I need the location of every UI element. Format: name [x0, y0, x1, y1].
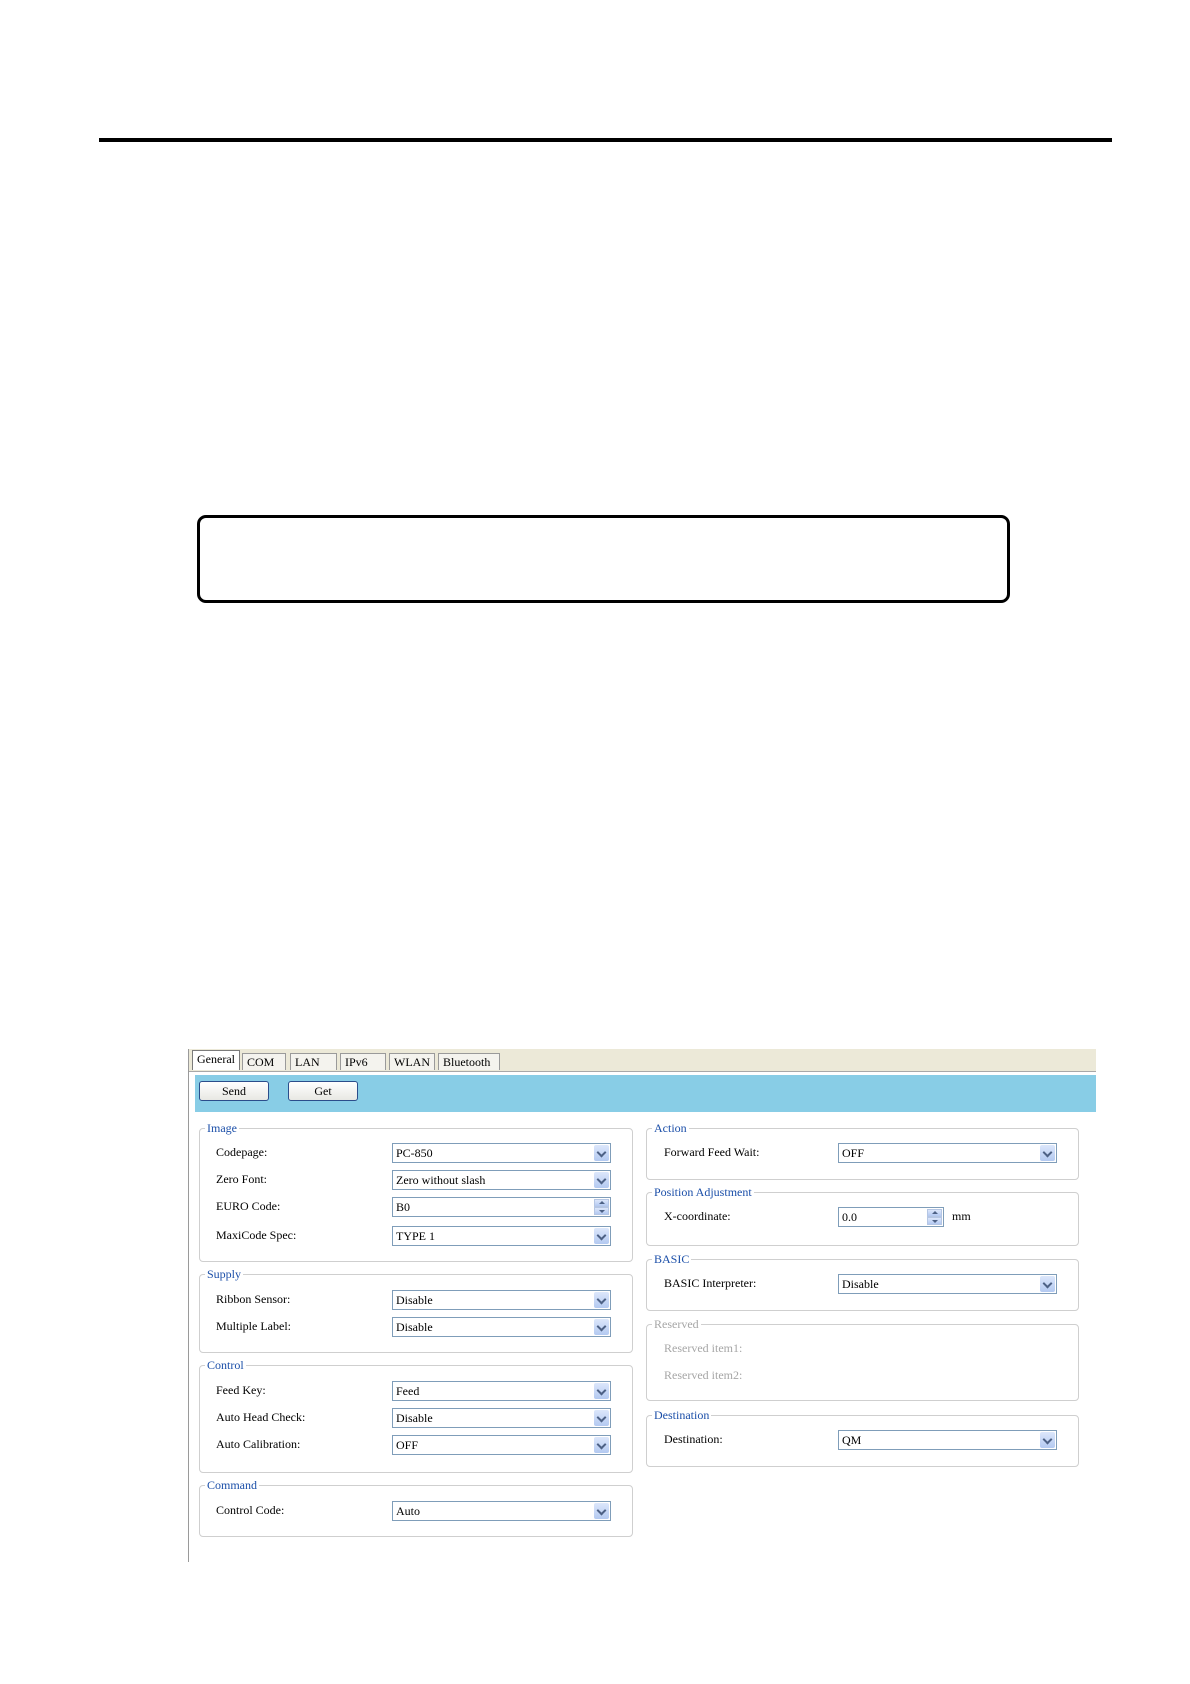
tab-lan[interactable]: LAN [290, 1053, 337, 1070]
basic-group-title: BASIC [652, 1251, 692, 1267]
spin-down-icon[interactable] [594, 1207, 609, 1215]
tab-strip: General COM LAN IPv6 WLAN Bluetooth [189, 1049, 1096, 1072]
chevron-down-icon[interactable] [594, 1172, 609, 1188]
tab-com[interactable]: COM [242, 1053, 286, 1070]
euro-code-stepper[interactable]: B0 [392, 1197, 611, 1217]
ribbon-sensor-value: Disable [396, 1293, 433, 1307]
codepage-select[interactable]: PC-850 [392, 1143, 611, 1163]
image-group-title: Image [205, 1120, 239, 1136]
forward-feed-wait-label: Forward Feed Wait: [664, 1145, 760, 1159]
multiple-label-select[interactable]: Disable [392, 1317, 611, 1337]
feed-key-value: Feed [396, 1384, 420, 1398]
forward-feed-wait-select[interactable]: OFF [838, 1143, 1057, 1163]
note-box [197, 515, 1010, 603]
chevron-down-icon[interactable] [1040, 1432, 1055, 1448]
get-button[interactable]: Get [288, 1081, 358, 1101]
auto-calibration-label: Auto Calibration: [216, 1437, 301, 1451]
auto-head-check-select[interactable]: Disable [392, 1408, 611, 1428]
auto-calibration-select[interactable]: OFF [392, 1435, 611, 1455]
zero-font-select[interactable]: Zero without slash [392, 1170, 611, 1190]
destination-value: QM [842, 1433, 862, 1447]
reserved-item1-label: Reserved item1: [664, 1341, 743, 1355]
destination-group: Destination Destination: QM [646, 1407, 1079, 1467]
codepage-value: PC-850 [396, 1146, 433, 1160]
control-group: Control Feed Key: Feed Auto Head Check: … [199, 1357, 633, 1473]
forward-feed-wait-value: OFF [842, 1146, 865, 1160]
chevron-down-icon[interactable] [594, 1410, 609, 1426]
tab-bluetooth[interactable]: Bluetooth [438, 1053, 500, 1070]
tab-general[interactable]: General [192, 1050, 240, 1070]
ribbon-sensor-label: Ribbon Sensor: [216, 1292, 291, 1306]
x-coordinate-unit: mm [952, 1209, 971, 1223]
multiple-label-label: Multiple Label: [216, 1319, 291, 1333]
feed-key-select[interactable]: Feed [392, 1381, 611, 1401]
spin-buttons[interactable] [594, 1199, 609, 1215]
spin-up-icon[interactable] [927, 1209, 942, 1217]
control-code-select[interactable]: Auto [392, 1501, 611, 1521]
codepage-label: Codepage: [216, 1145, 268, 1159]
chevron-down-icon[interactable] [594, 1228, 609, 1244]
auto-calibration-value: OFF [396, 1438, 419, 1452]
action-group: Action Forward Feed Wait: OFF [646, 1120, 1079, 1180]
basic-group: BASIC BASIC Interpreter: Disable [646, 1251, 1079, 1311]
position-adjustment-group: Position Adjustment X-coordinate: 0.0 mm [646, 1184, 1079, 1246]
reserved-group-title: Reserved [652, 1316, 701, 1332]
command-group: Command Control Code: Auto [199, 1477, 633, 1537]
control-code-value: Auto [396, 1504, 420, 1518]
x-coordinate-value: 0.0 [842, 1210, 857, 1224]
x-coordinate-label: X-coordinate: [664, 1209, 731, 1223]
zero-font-value: Zero without slash [396, 1173, 486, 1187]
spin-down-icon[interactable] [927, 1217, 942, 1225]
control-group-title: Control [205, 1357, 246, 1373]
destination-label: Destination: [664, 1432, 723, 1446]
chevron-down-icon[interactable] [594, 1437, 609, 1453]
destination-group-title: Destination [652, 1407, 712, 1423]
reserved-group: Reserved Reserved item1: Reserved item2: [646, 1316, 1079, 1401]
multiple-label-value: Disable [396, 1320, 433, 1334]
chevron-down-icon[interactable] [594, 1319, 609, 1335]
position-adjustment-group-title: Position Adjustment [652, 1184, 754, 1200]
euro-code-value: B0 [396, 1200, 411, 1214]
chevron-down-icon[interactable] [1040, 1276, 1055, 1292]
auto-head-check-value: Disable [396, 1411, 433, 1425]
spin-buttons[interactable] [927, 1209, 942, 1225]
control-code-label: Control Code: [216, 1503, 285, 1517]
tab-ipv6[interactable]: IPv6 [340, 1053, 386, 1070]
chevron-down-icon[interactable] [594, 1383, 609, 1399]
chevron-down-icon[interactable] [594, 1503, 609, 1519]
maxicode-spec-select[interactable]: TYPE 1 [392, 1226, 611, 1246]
zero-font-label: Zero Font: [216, 1172, 267, 1186]
basic-interpreter-label: BASIC Interpreter: [664, 1276, 757, 1290]
maxicode-spec-value: TYPE 1 [396, 1229, 435, 1243]
send-button[interactable]: Send [199, 1081, 269, 1101]
ribbon-sensor-select[interactable]: Disable [392, 1290, 611, 1310]
basic-interpreter-value: Disable [842, 1277, 879, 1291]
header-rule [99, 138, 1112, 142]
feed-key-label: Feed Key: [216, 1383, 266, 1397]
basic-interpreter-select[interactable]: Disable [838, 1274, 1057, 1294]
chevron-down-icon[interactable] [594, 1292, 609, 1308]
command-group-title: Command [205, 1477, 259, 1493]
supply-group-title: Supply [205, 1266, 244, 1282]
printer-settings-window: General COM LAN IPv6 WLAN Bluetooth Send… [188, 1049, 1096, 1562]
maxicode-spec-label: MaxiCode Spec: [216, 1228, 297, 1242]
spin-up-icon[interactable] [594, 1199, 609, 1207]
reserved-item2-label: Reserved item2: [664, 1368, 743, 1382]
chevron-down-icon[interactable] [594, 1145, 609, 1161]
supply-group: Supply Ribbon Sensor: Disable Multiple L… [199, 1266, 633, 1353]
image-group: Image Codepage: PC-850 Zero Font: Zero w… [199, 1120, 633, 1262]
chevron-down-icon[interactable] [1040, 1145, 1055, 1161]
euro-code-label: EURO Code: [216, 1199, 281, 1213]
tab-wlan[interactable]: WLAN [389, 1053, 435, 1070]
toolbar: Send Get [195, 1075, 1096, 1112]
x-coordinate-stepper[interactable]: 0.0 [838, 1207, 944, 1227]
destination-select[interactable]: QM [838, 1430, 1057, 1450]
action-group-title: Action [652, 1120, 689, 1136]
auto-head-check-label: Auto Head Check: [216, 1410, 306, 1424]
